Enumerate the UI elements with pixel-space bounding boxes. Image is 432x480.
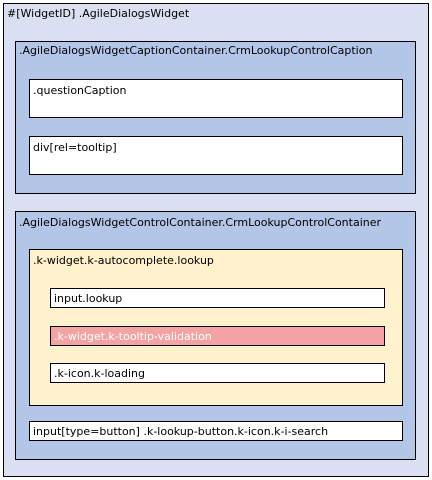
- search-button-label: input[type=button] .k-lookup-button.k-ic…: [33, 425, 329, 438]
- control-container-label: .AgileDialogsWidgetControlContainer.CrmL…: [19, 216, 382, 229]
- input-lookup-box: input.lookup: [50, 288, 385, 308]
- caption-container-label: .AgileDialogsWidgetCaptionContainer.CrmL…: [19, 44, 373, 57]
- tooltip-box: div[rel=tooltip]: [29, 136, 403, 175]
- tooltip-validation-box: .k-widget.k-tooltip-validation: [50, 326, 385, 346]
- question-caption-label: .questionCaption: [33, 84, 127, 97]
- loading-icon-label: .k-icon.k-loading: [54, 367, 145, 380]
- input-lookup-label: input.lookup: [54, 292, 123, 305]
- tooltip-label: div[rel=tooltip]: [33, 141, 117, 154]
- agile-dialogs-widget-label: #[WidgetID] .AgileDialogsWidget: [7, 7, 190, 20]
- search-button-box: input[type=button] .k-lookup-button.k-ic…: [29, 421, 403, 441]
- tooltip-validation-label: .k-widget.k-tooltip-validation: [54, 330, 212, 343]
- question-caption-box: .questionCaption: [29, 79, 403, 118]
- autocomplete-label: .k-widget.k-autocomplete.lookup: [33, 254, 214, 267]
- loading-icon-box: .k-icon.k-loading: [50, 363, 385, 383]
